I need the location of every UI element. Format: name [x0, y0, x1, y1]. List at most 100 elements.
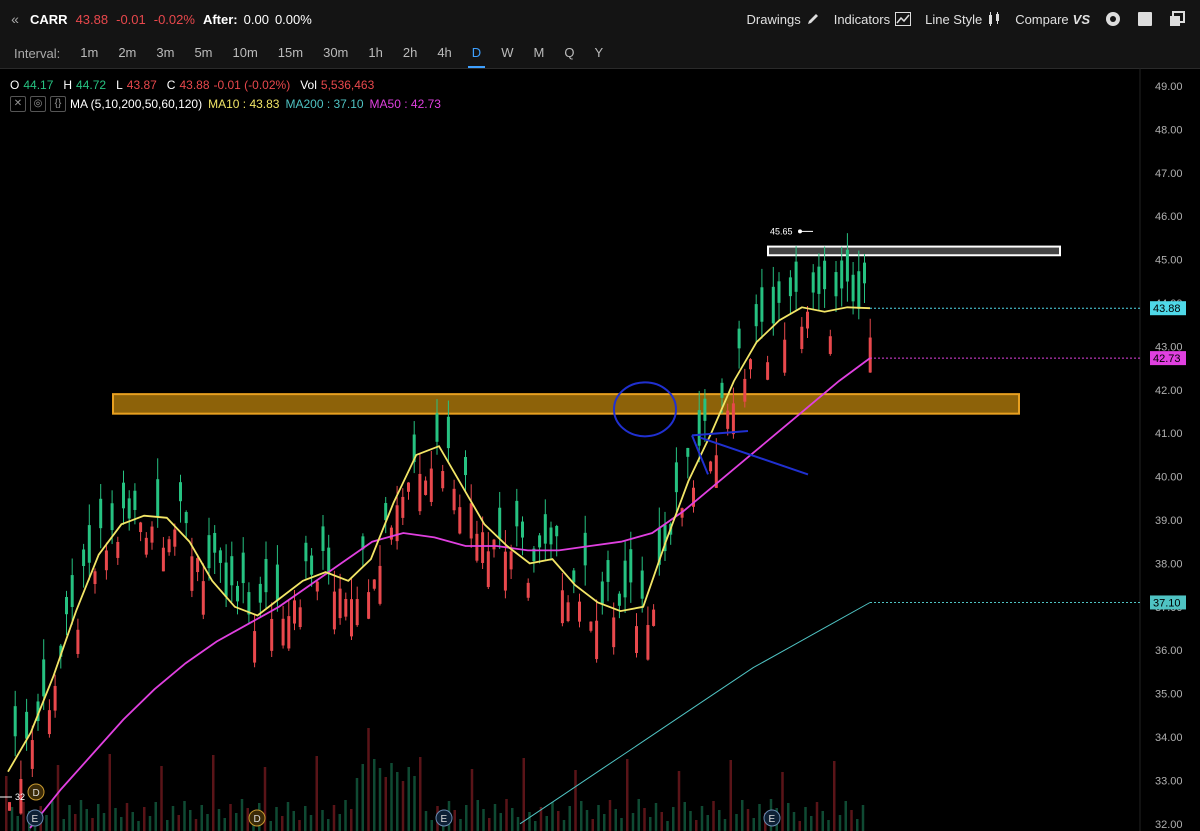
candle-body [629, 549, 633, 583]
interval-1h[interactable]: 1h [358, 38, 392, 68]
top-toolbar: « CARR 43.88 -0.01 -0.02% After: 0.00 0.… [0, 0, 1200, 38]
volume-bar [838, 815, 842, 831]
after-hours-label: After: [202, 11, 238, 27]
collapse-icon[interactable]: « [0, 11, 30, 27]
volume-bar [781, 772, 784, 831]
candle-body [515, 500, 519, 527]
volume-bar [585, 810, 589, 831]
interval-3m[interactable]: 3m [146, 38, 184, 68]
candle-body [509, 551, 513, 570]
linestyle-button[interactable]: Line Style [925, 11, 1001, 27]
candle-body [555, 526, 559, 537]
volume-bar [148, 816, 152, 831]
volume-bar [534, 821, 537, 831]
volume-bar [666, 821, 669, 831]
volume-bar [183, 801, 186, 831]
candle-body [127, 498, 131, 519]
y-tick-label: 38.00 [1155, 558, 1183, 570]
volume-bar [217, 809, 221, 831]
price-change-pct: -0.02% [153, 11, 195, 27]
volume-bar [827, 820, 830, 831]
candle-body [122, 482, 125, 509]
event-marker-label: D [33, 788, 40, 799]
volume-bar [304, 806, 307, 831]
volume-bar [614, 809, 617, 831]
event-marker-label: E [441, 814, 448, 825]
symbol[interactable]: CARR [30, 12, 68, 27]
settings-gear-icon[interactable] [1104, 10, 1122, 28]
hide-study-icon[interactable]: ◎ [30, 96, 46, 112]
candle-body [606, 560, 610, 582]
interval-2h[interactable]: 2h [393, 38, 427, 68]
volume-bar [482, 809, 485, 831]
interval-5m[interactable]: 5m [184, 38, 222, 68]
volume-bar [240, 799, 244, 831]
study-settings-icon[interactable]: {} [50, 96, 66, 112]
volume-bar [792, 812, 796, 831]
y-tick-label: 35.00 [1155, 689, 1183, 701]
resistance-zone [112, 393, 1020, 415]
candle-body [218, 550, 222, 563]
candle-body [401, 496, 405, 518]
volume-bar [344, 800, 347, 831]
volume-bar [338, 814, 341, 831]
price-tag-label: 42.73 [1153, 353, 1181, 365]
y-tick-label: 34.00 [1155, 732, 1183, 744]
interval-w[interactable]: W [491, 38, 523, 68]
indicators-button[interactable]: Indicators [834, 12, 912, 27]
drawings-button[interactable]: Drawings [747, 12, 820, 27]
interval-1m[interactable]: 1m [70, 38, 108, 68]
close-study-icon[interactable]: ✕ [10, 96, 26, 112]
volume-bar [51, 801, 54, 831]
interval-2m[interactable]: 2m [108, 38, 146, 68]
candle-body [549, 527, 553, 545]
candle-body [407, 482, 410, 492]
volume-bar [401, 781, 405, 831]
volume-bar [833, 761, 836, 831]
popout-window-icon[interactable] [1168, 10, 1186, 28]
volume-bar [350, 809, 353, 831]
interval-15m[interactable]: 15m [268, 38, 313, 68]
close-label: C [166, 78, 176, 92]
candle-body [150, 526, 154, 543]
interval-d[interactable]: D [462, 38, 491, 68]
volume-bar [321, 810, 324, 831]
volume-bar [453, 810, 456, 831]
volume-bar [620, 818, 623, 831]
volume-bar [752, 818, 755, 831]
compare-button[interactable]: Compare VS [1015, 12, 1090, 27]
volume-bar [459, 819, 462, 831]
candle-body [179, 482, 182, 502]
candle-body [315, 581, 319, 592]
candle-body [492, 539, 496, 550]
interval-m[interactable]: M [523, 38, 554, 68]
interval-y[interactable]: Y [584, 38, 613, 68]
fullscreen-icon[interactable] [1136, 10, 1154, 28]
ma200-line [519, 602, 871, 825]
event-marker-label: D [254, 814, 261, 825]
candle-body [703, 398, 707, 421]
volume-bar [309, 815, 313, 831]
candle-body [281, 618, 285, 646]
candle-body [213, 532, 217, 553]
volume-bar [522, 758, 525, 831]
volume-bar [723, 819, 727, 831]
volume-bar [597, 805, 600, 831]
candle-body [304, 542, 308, 562]
price-chart[interactable]: 49.0048.0047.0046.0045.0044.0043.0042.00… [0, 68, 1200, 831]
candle-body [42, 659, 46, 697]
candle-body [823, 260, 827, 290]
candle-body [332, 591, 336, 630]
interval-bar: Interval: 1m 2m 3m 5m 10m 15m 30m 1h 2h 4h D W M Q Y [0, 38, 1200, 69]
candle-body [464, 457, 467, 476]
volume-bar [131, 812, 134, 831]
candle-body [82, 549, 86, 567]
interval-q[interactable]: Q [554, 38, 584, 68]
candle-body [110, 503, 114, 531]
volume-bar [177, 815, 180, 831]
interval-4h[interactable]: 4h [427, 38, 461, 68]
interval-30m[interactable]: 30m [313, 38, 358, 68]
volume-bar [741, 800, 744, 831]
volume-value: 5,536,463 [320, 78, 375, 92]
interval-10m[interactable]: 10m [223, 38, 268, 68]
